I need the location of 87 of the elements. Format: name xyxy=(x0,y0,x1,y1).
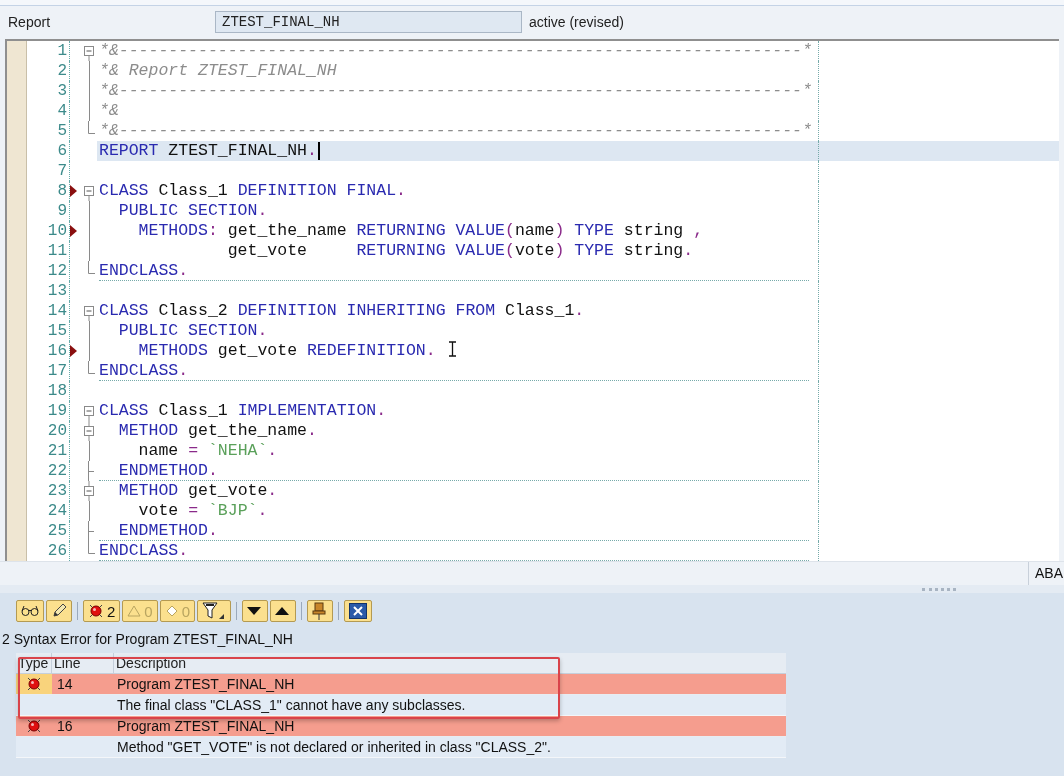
status-text: active (revised) xyxy=(529,12,624,32)
code-text: *&---------------------------------------------------------------------* xyxy=(99,121,812,141)
line-number: 14 xyxy=(46,301,68,321)
text-caret xyxy=(317,142,320,160)
pin-icon xyxy=(312,602,327,620)
message-text: The final class "CLASS_1" cannot have any subclasses. xyxy=(116,695,466,715)
previous-button[interactable] xyxy=(270,600,297,622)
line-number: 18 xyxy=(46,381,68,401)
program-cell-text: Program ZTEST_FINAL_NH xyxy=(116,716,296,736)
program-field[interactable]: ZTEST_FINAL_NH xyxy=(215,11,522,33)
filter-button[interactable] xyxy=(197,600,232,622)
splitter-handle[interactable] xyxy=(922,587,956,591)
next-button[interactable] xyxy=(242,600,269,622)
code-text: METHOD get_vote. xyxy=(117,481,278,501)
code-text: ENDMETHOD. xyxy=(117,521,218,541)
code-text: CLASS Class_1 IMPLEMENTATION. xyxy=(99,401,387,421)
warning-icon xyxy=(127,604,142,618)
glasses-icon xyxy=(21,605,39,617)
code-text: METHOD get_the_name. xyxy=(117,421,317,441)
code-text: REPORT ZTEST_FINAL_NH. xyxy=(99,141,317,161)
code-text: name = `NEHA`. xyxy=(137,441,278,461)
line-number: 8 xyxy=(56,181,68,201)
text-cursor-icon xyxy=(448,341,457,357)
code-text: *& xyxy=(99,101,119,121)
line-number: 9 xyxy=(56,201,68,221)
pencil-icon xyxy=(51,603,67,619)
code-text: METHODS: get_the_name RETURNING VALUE(name) TYPE string , xyxy=(137,221,704,241)
line-number: 7 xyxy=(56,161,68,181)
line-cell-text: 14 xyxy=(56,674,74,694)
code-text: METHODS get_vote REDEFINITION. xyxy=(137,341,436,361)
line-number: 2 xyxy=(56,61,68,81)
code-text: ENDMETHOD. xyxy=(117,461,218,481)
line-number: 16 xyxy=(46,341,68,361)
message-text: Method "GET_VOTE" is not declared or inherited in class "CLASS_2". xyxy=(116,737,551,757)
code-text: ENDCLASS. xyxy=(99,261,189,281)
line-number: 22 xyxy=(46,461,68,481)
field-label: Report xyxy=(7,12,52,32)
code-text: CLASS Class_2 DEFINITION INHERITING FROM Class_1. xyxy=(99,301,585,321)
column-header[interactable]: Description xyxy=(114,653,786,673)
line-number: 11 xyxy=(46,241,68,261)
line-number: 19 xyxy=(46,401,68,421)
line-number: 24 xyxy=(46,501,68,521)
code-text: *& Report ZTEST_FINAL_NH xyxy=(99,61,337,81)
line-number: 1 xyxy=(56,41,68,61)
up-arrow-icon xyxy=(275,607,290,615)
error-icon xyxy=(26,718,42,734)
edit-button[interactable] xyxy=(46,600,72,622)
line-number: 3 xyxy=(56,81,68,101)
collapse-icon[interactable] xyxy=(81,421,97,441)
line-number: 12 xyxy=(46,261,68,281)
line-number: 13 xyxy=(46,281,68,301)
language-label: ABA xyxy=(1035,564,1064,583)
code-text: vote = `BJP`. xyxy=(137,501,268,521)
display-button[interactable] xyxy=(16,600,44,622)
collapse-icon[interactable] xyxy=(81,481,97,501)
code-text: ENDCLASS. xyxy=(99,361,189,381)
pin-button[interactable] xyxy=(307,600,334,622)
close-icon xyxy=(349,603,368,619)
code-text: PUBLIC SECTION. xyxy=(117,321,268,341)
code-text: PUBLIC SECTION. xyxy=(117,201,268,221)
error-icon xyxy=(88,603,104,619)
program-cell-text: Program ZTEST_FINAL_NH xyxy=(116,674,296,694)
code-text: get_vote RETURNING VALUE(vote) TYPE string. xyxy=(226,241,694,261)
line-number: 25 xyxy=(46,521,68,541)
line-number: 10 xyxy=(46,221,68,241)
line-number: 5 xyxy=(56,121,68,141)
code-text: CLASS Class_1 DEFINITION FINAL. xyxy=(99,181,406,201)
line-number: 17 xyxy=(46,361,68,381)
line-cell-text: 16 xyxy=(56,716,74,736)
line-number: 21 xyxy=(46,441,68,461)
down-arrow-icon xyxy=(247,607,262,615)
close-button[interactable] xyxy=(344,600,373,622)
messages-title: 2 Syntax Error for Program ZTEST_FINAL_NH xyxy=(2,630,294,649)
errors-button[interactable]: 2 xyxy=(83,600,121,622)
line-number: 26 xyxy=(46,541,68,561)
line-number: 4 xyxy=(56,101,68,121)
column-header[interactable]: Line xyxy=(52,653,114,673)
info-icon xyxy=(164,604,179,618)
error-icon xyxy=(26,676,42,692)
code-text: *&---------------------------------------------------------------------* xyxy=(99,81,812,101)
filter-icon xyxy=(202,602,227,620)
code-text: *&---------------------------------------------------------------------* xyxy=(99,41,812,61)
line-number: 6 xyxy=(56,141,68,161)
code-text: ENDCLASS. xyxy=(99,541,189,561)
line-number: 15 xyxy=(46,321,68,341)
line-number: 23 xyxy=(46,481,68,501)
line-number: 20 xyxy=(46,421,68,441)
